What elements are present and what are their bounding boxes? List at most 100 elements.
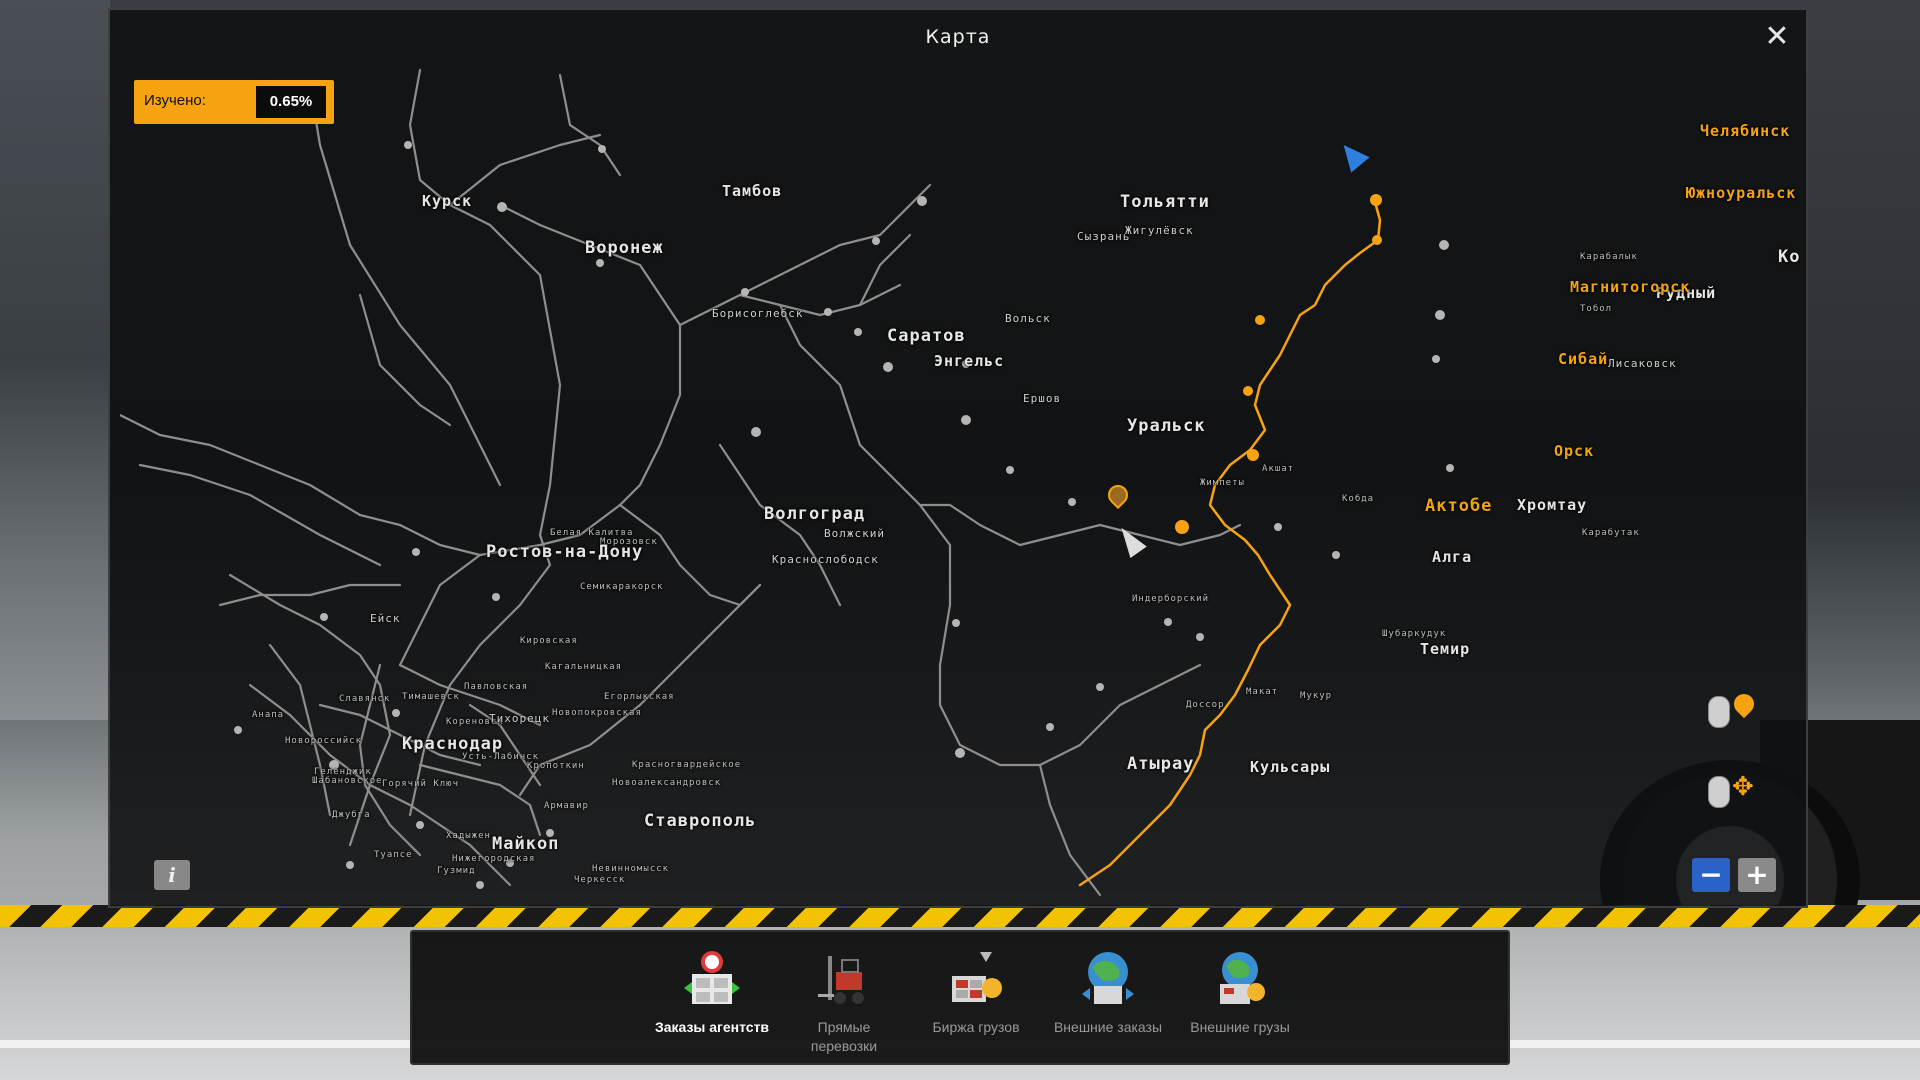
city-label: Ершов bbox=[1023, 392, 1062, 405]
city-label: Черкесск bbox=[574, 875, 626, 885]
route-city-label: Челябинск bbox=[1700, 122, 1791, 140]
city-label: Кропоткин bbox=[527, 761, 585, 771]
bottom-tab-bar: Заказы агентств Прямые перевозки Биржа г… bbox=[410, 930, 1510, 1065]
city-label: Хадыжен. bbox=[446, 831, 498, 841]
city-label: Горячий Ключ bbox=[382, 779, 460, 789]
city-label: Туапсе bbox=[374, 850, 413, 860]
mouse-left-icon bbox=[1708, 776, 1730, 808]
city-label: Тимашевск bbox=[402, 692, 460, 702]
cargo-market-icon bbox=[952, 952, 1002, 1002]
city-label: Карабалык bbox=[1580, 252, 1638, 262]
city-label: Уральск bbox=[1127, 416, 1206, 436]
move-arrows-icon: ✥ bbox=[1732, 772, 1754, 802]
tab-external-orders[interactable]: Внешние заказы bbox=[1048, 940, 1168, 1065]
zoom-in-button[interactable]: + bbox=[1738, 858, 1776, 892]
city-label: Атырау bbox=[1127, 754, 1195, 774]
globe-orders-icon bbox=[1082, 952, 1134, 1004]
city-label: Алга bbox=[1432, 548, 1473, 566]
city-label: Ейск bbox=[370, 612, 401, 625]
city-label: Мукур bbox=[1300, 691, 1333, 701]
city-label: Краснослободск bbox=[772, 553, 879, 566]
tab-label: Прямые перевозки bbox=[810, 1019, 878, 1054]
city-label: Кобда bbox=[1342, 494, 1375, 504]
city-label: Тольятти bbox=[1120, 192, 1210, 212]
city-label: Хромтау bbox=[1517, 496, 1588, 514]
globe-cargo-icon bbox=[1220, 952, 1265, 1004]
zoom-out-button[interactable]: − bbox=[1692, 858, 1730, 892]
city-label: Волжский bbox=[824, 527, 885, 540]
city-label: Карабутак bbox=[1582, 528, 1640, 538]
route-city-label: Актобе bbox=[1425, 496, 1493, 516]
road-network bbox=[120, 68, 1454, 897]
city-label: Курск bbox=[422, 192, 473, 210]
route-city-label: Южноуральск bbox=[1686, 184, 1797, 202]
city-label: Вольск bbox=[1005, 312, 1051, 325]
tab-agency-orders[interactable]: Заказы агентств bbox=[652, 940, 772, 1065]
city-label: Саратов bbox=[887, 326, 966, 346]
city-label: Шабановское bbox=[312, 776, 383, 786]
city-label: Армавир bbox=[544, 801, 589, 811]
city-label: Кульсары bbox=[1250, 758, 1331, 776]
city-label: Энгельс bbox=[934, 352, 1005, 370]
city-label: Новопокровская bbox=[552, 708, 642, 718]
city-label: Анапа bbox=[252, 710, 285, 720]
city-label: Доссор bbox=[1186, 700, 1225, 710]
info-button[interactable]: i bbox=[154, 860, 190, 890]
hazard-stripe bbox=[0, 905, 1920, 927]
city-label: Темир bbox=[1420, 640, 1471, 658]
city-label: Лисаковск bbox=[1608, 357, 1677, 370]
waypoint-control[interactable] bbox=[1702, 689, 1762, 742]
city-label: Волгоград bbox=[764, 504, 866, 524]
explored-value: 0.65% bbox=[256, 86, 326, 118]
route-city-label: Сибай bbox=[1558, 350, 1609, 368]
tab-cargo-market[interactable]: Биржа грузов bbox=[916, 940, 1036, 1065]
city-label: Воронеж bbox=[585, 238, 664, 258]
city-label: Краснодар bbox=[402, 734, 504, 754]
waypoint-pin-icon bbox=[1729, 689, 1759, 719]
city-label: Ставрополь bbox=[644, 811, 757, 831]
route-city-label: Орск bbox=[1554, 442, 1595, 460]
forklift-icon bbox=[818, 956, 864, 1004]
city-label: Жимпеты bbox=[1200, 478, 1245, 488]
city-label: Джубга bbox=[332, 810, 371, 820]
city-label: Павловская bbox=[464, 682, 529, 692]
city-label: Тихорецк bbox=[489, 712, 550, 725]
city-label: Новороссийск bbox=[285, 736, 363, 746]
city-label: Красногвардейское bbox=[632, 760, 742, 770]
city-label: Акшат bbox=[1262, 464, 1295, 474]
mouse-right-icon bbox=[1708, 696, 1730, 728]
city-label: Ко bbox=[1778, 247, 1800, 267]
city-label: Невинномысск bbox=[592, 864, 670, 874]
city-label: Майкоп bbox=[492, 834, 560, 854]
map-window: Карта ✕ Курск Тамбов Воронеж Тольятти Сы… bbox=[108, 8, 1808, 908]
city-label: Семикаракорск bbox=[580, 582, 664, 592]
city-label: Нижегородская bbox=[452, 854, 536, 864]
city-label: Кагальницкая bbox=[545, 662, 623, 672]
map-canvas[interactable]: Курск Тамбов Воронеж Тольятти Сызрань Жигулёв… bbox=[120, 65, 1800, 900]
city-label: Сызрань bbox=[1077, 230, 1131, 243]
window-title: Карта bbox=[925, 26, 991, 48]
city-label: Тобол bbox=[1580, 304, 1613, 314]
city-label: Славянск bbox=[339, 694, 391, 704]
tab-label: Внешние грузы bbox=[1190, 1019, 1290, 1035]
city-label: Егорлыкская bbox=[604, 692, 675, 702]
tab-external-cargo[interactable]: Внешние грузы bbox=[1180, 940, 1300, 1065]
explored-indicator: Изучено: 0.65% bbox=[134, 80, 334, 124]
route-city-label: Магнитогорск bbox=[1570, 278, 1691, 296]
close-button[interactable]: ✕ bbox=[1760, 20, 1794, 54]
city-label: Индерборский bbox=[1132, 594, 1210, 604]
tab-label: Заказы агентств bbox=[654, 1019, 770, 1035]
garage-wall bbox=[0, 0, 110, 720]
city-label: Новоалександровск bbox=[612, 778, 722, 788]
explored-label: Изучено: bbox=[144, 92, 206, 109]
city-label: Борисоглебск bbox=[712, 307, 804, 320]
city-label: Кировская bbox=[520, 636, 578, 646]
pan-control[interactable]: ✥ bbox=[1702, 772, 1762, 822]
city-label: Ростов-на-Дону bbox=[486, 542, 644, 562]
city-label: Макат bbox=[1246, 687, 1279, 697]
city-label: Жигулёвск bbox=[1125, 224, 1194, 237]
tab-label: Биржа грузов bbox=[932, 1019, 1020, 1035]
city-label: Гузмид bbox=[437, 866, 476, 876]
tab-label: Внешние заказы bbox=[1053, 1019, 1163, 1035]
tab-direct-deliveries[interactable]: Прямые перевозки bbox=[784, 940, 904, 1065]
